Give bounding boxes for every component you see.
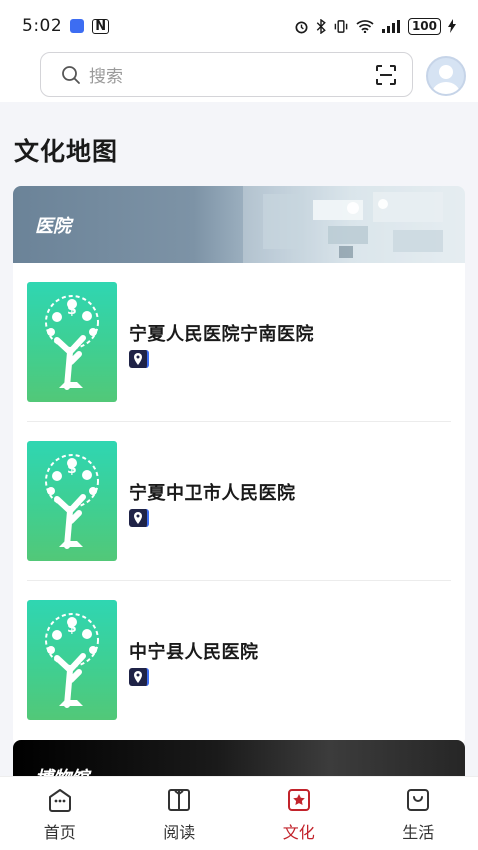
culture-star-icon — [287, 789, 310, 811]
hospital-name: 宁夏中卫市人民医院 — [129, 483, 296, 504]
alarm-icon — [295, 20, 308, 33]
hospital-section-card: 医院 $ 宁夏人民医院宁南医院 $ 宁夏中卫市人民医院 $ 中宁县人民医院 — [13, 186, 465, 746]
divider — [27, 580, 451, 581]
tree-logo-thumbnail: $ — [27, 600, 117, 720]
location-pin-icon[interactable] — [129, 509, 149, 527]
list-item[interactable]: $ 宁夏中卫市人民医院 — [27, 441, 451, 561]
tab-label: 生活 — [402, 823, 435, 842]
nfc-icon: N — [92, 18, 110, 34]
hospital-banner[interactable]: 医院 — [13, 186, 465, 263]
location-pin-icon[interactable] — [129, 350, 149, 368]
hospital-room-image — [243, 186, 465, 263]
tree-logo-thumbnail: $ — [27, 441, 117, 561]
status-time: 5:02 — [22, 16, 63, 36]
tab-label: 阅读 — [163, 823, 196, 842]
search-icon — [61, 65, 81, 85]
life-bag-icon — [407, 789, 430, 811]
bluetooth-icon — [316, 18, 326, 34]
search-bar[interactable]: 搜索 — [40, 52, 413, 97]
status-bar: 5:02 N 100 — [0, 0, 478, 52]
app-notification-icon — [70, 19, 85, 33]
battery-indicator: 100 — [407, 17, 441, 35]
svg-text:$: $ — [67, 461, 77, 477]
bottom-tab-bar: 首页 阅读 文化 生活 — [0, 776, 478, 850]
hospital-name: 中宁县人民医院 — [129, 642, 259, 663]
page-title: 文化地图 — [14, 137, 119, 166]
list-item[interactable]: $ 宁夏人民医院宁南医院 — [27, 282, 451, 402]
tab-label: 首页 — [43, 823, 76, 842]
home-icon — [48, 789, 71, 812]
vibrate-icon — [334, 19, 348, 33]
section-label-hospital: 医院 — [35, 216, 71, 237]
tab-culture[interactable]: 文化 — [239, 777, 359, 850]
svg-text:$: $ — [67, 620, 77, 636]
signal-icon — [381, 20, 400, 33]
header: 搜索 — [0, 52, 478, 102]
search-input[interactable]: 搜索 — [89, 62, 123, 87]
tree-logo-thumbnail: $ — [27, 282, 117, 402]
user-silhouette-icon — [432, 65, 460, 94]
scan-icon[interactable] — [374, 63, 398, 87]
avatar[interactable] — [426, 56, 466, 96]
charging-icon — [448, 19, 456, 33]
location-pin-icon[interactable] — [129, 668, 149, 686]
list-item[interactable]: $ 中宁县人民医院 — [27, 600, 451, 720]
hospital-name: 宁夏人民医院宁南医院 — [129, 324, 314, 345]
divider — [27, 421, 451, 422]
book-icon — [168, 789, 191, 811]
tab-label: 文化 — [282, 823, 315, 842]
tab-life[interactable]: 生活 — [359, 777, 478, 850]
tab-reading[interactable]: 阅读 — [120, 777, 240, 850]
tab-home[interactable]: 首页 — [0, 777, 120, 850]
svg-text:$: $ — [67, 302, 77, 318]
wifi-icon — [356, 20, 374, 33]
